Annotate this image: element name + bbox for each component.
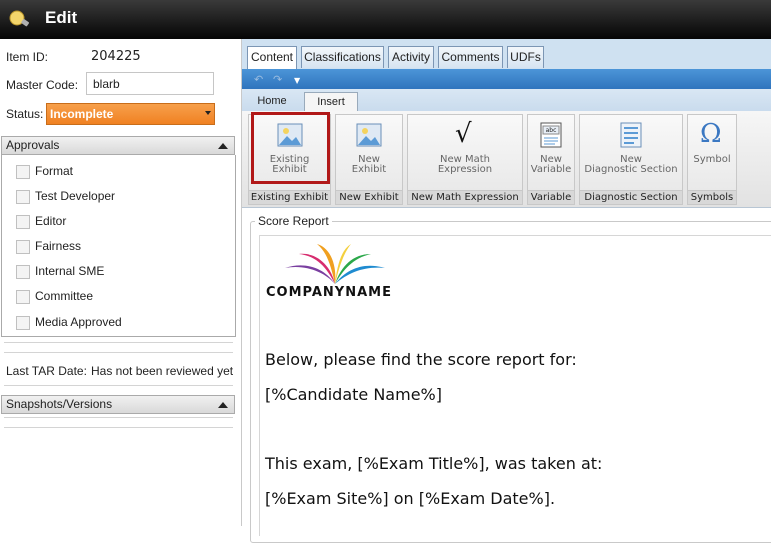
existing-exhibit-button[interactable]: Existing Exhibit — [249, 115, 330, 191]
variable-icon: abc — [539, 122, 563, 151]
content-area: Score Report COMPANYNAME Below, please f… — [242, 208, 771, 543]
ribbon-group-diagnostic-section: New Diagnostic Section Diagnostic Section — [579, 114, 683, 205]
symbol-button[interactable]: Ω Symbol — [688, 115, 736, 191]
tar-date-value: Has not been reviewed yet — [91, 364, 234, 378]
document-icon — [620, 122, 642, 151]
score-report-line: [%Exam Site%] on [%Exam Date%]. — [265, 489, 556, 508]
tab-comments[interactable]: Comments — [438, 46, 503, 68]
ribbon-tabs: Home Insert — [242, 89, 771, 111]
new-math-expression-button[interactable]: √ New Math Expression — [408, 115, 522, 191]
status-select[interactable]: Incomplete — [46, 103, 215, 125]
approval-label-internal-sme: Internal SME — [35, 264, 105, 278]
approval-label-format: Format — [35, 164, 74, 178]
approval-label-editor: Editor — [35, 214, 67, 228]
window-title: Edit — [45, 8, 78, 27]
item-id-label: Item ID: — [6, 50, 49, 64]
item-id-value: 204225 — [91, 49, 141, 64]
customize-dropdown-icon[interactable]: ▼ — [294, 76, 300, 85]
ribbon-group-new-exhibit: New Exhibit New Exhibit — [335, 114, 403, 205]
new-variable-button[interactable]: abc New Variable — [528, 115, 574, 191]
divider — [4, 342, 233, 343]
approval-checkbox-test-developer[interactable] — [16, 190, 30, 204]
new-exhibit-button[interactable]: New Exhibit — [336, 115, 402, 191]
approval-label-test-developer: Test Developer — [35, 189, 116, 203]
approval-checkbox-editor[interactable] — [16, 215, 30, 229]
ribbon-group-symbols: Ω Symbol Symbols — [687, 114, 737, 205]
company-logo — [265, 242, 405, 289]
approval-checkbox-format[interactable] — [16, 165, 30, 179]
score-report-line: Below, please find the score report for: — [265, 350, 577, 369]
svg-text:abc: abc — [546, 127, 557, 134]
new-variable-label: New Variable — [530, 154, 572, 175]
ribbon-tab-home[interactable]: Home — [250, 92, 294, 111]
approval-checkbox-fairness[interactable] — [16, 240, 30, 254]
new-exhibit-label: New Exhibit — [351, 154, 387, 175]
approval-checkbox-committee[interactable] — [16, 290, 30, 304]
approval-label-media-approved: Media Approved — [35, 315, 122, 329]
group-label-math-expression: New Math Expression — [408, 190, 522, 204]
sqrt-icon: √ — [455, 119, 472, 149]
chevron-up-icon[interactable] — [218, 402, 228, 408]
omega-icon: Ω — [700, 119, 722, 149]
divider — [4, 352, 233, 353]
score-report-legend: Score Report — [255, 214, 332, 228]
approvals-title: Approvals — [6, 138, 60, 152]
approvals-header[interactable]: Approvals — [1, 136, 235, 155]
picture-icon — [277, 123, 303, 150]
new-math-expression-label: New Math Expression — [437, 154, 493, 175]
dropdown-arrow-icon — [205, 111, 211, 115]
score-report-editor[interactable]: COMPANYNAME Below, please find the score… — [259, 235, 771, 536]
status-value: Incomplete — [50, 107, 114, 121]
tab-strip: Content Classifications Activity Comment… — [242, 39, 771, 70]
editor-panel: Content Classifications Activity Comment… — [242, 39, 771, 543]
chevron-up-icon[interactable] — [218, 143, 228, 149]
group-label-new-exhibit: New Exhibit — [336, 190, 402, 204]
item-properties-panel: Item ID: 204225 Master Code: blarb Statu… — [0, 39, 242, 526]
ribbon-tab-insert[interactable]: Insert — [304, 92, 358, 111]
new-diagnostic-section-label: New Diagnostic Section — [584, 154, 678, 175]
approval-checkbox-media-approved[interactable] — [16, 316, 30, 330]
ribbon-group-math-expression: √ New Math Expression New Math Expression — [407, 114, 523, 205]
tar-date-label: Last TAR Date: — [6, 364, 87, 378]
existing-exhibit-label: Existing Exhibit — [269, 154, 310, 175]
symbol-label: Symbol — [693, 154, 731, 165]
title-bar: Edit — [0, 0, 771, 39]
ribbon: Existing Exhibit Existing Exhibit New Exhi… — [242, 111, 771, 208]
divider — [4, 385, 233, 386]
divider — [4, 417, 233, 418]
quick-access-toolbar — [242, 69, 771, 89]
tab-udfs[interactable]: UDFs — [507, 46, 544, 68]
master-code-input[interactable]: blarb — [86, 72, 214, 95]
divider — [4, 427, 233, 428]
picture-icon — [356, 123, 382, 150]
group-label-diagnostic-section: Diagnostic Section — [580, 190, 682, 204]
group-label-existing-exhibit: Existing Exhibit — [249, 190, 330, 204]
tab-classifications[interactable]: Classifications — [301, 46, 384, 68]
ribbon-group-existing-exhibit: Existing Exhibit Existing Exhibit — [248, 114, 331, 205]
group-label-variable: Variable — [528, 190, 574, 204]
approval-checkbox-internal-sme[interactable] — [16, 265, 30, 279]
tab-activity[interactable]: Activity — [388, 46, 434, 68]
company-name-text: COMPANYNAME — [266, 285, 392, 300]
approval-label-fairness: Fairness — [35, 239, 82, 253]
snapshots-header[interactable]: Snapshots/Versions — [1, 395, 235, 414]
master-code-label: Master Code: — [6, 78, 79, 92]
tab-content[interactable]: Content — [247, 46, 297, 70]
redo-icon[interactable]: ↷ — [273, 73, 282, 86]
score-report-line: This exam, [%Exam Title%], was taken at: — [265, 454, 603, 473]
approval-label-committee: Committee — [35, 289, 94, 303]
group-label-symbols: Symbols — [688, 190, 736, 204]
lightbulb-icon — [8, 9, 34, 34]
snapshots-title: Snapshots/Versions — [6, 397, 113, 411]
new-diagnostic-section-button[interactable]: New Diagnostic Section — [580, 115, 682, 191]
score-report-line: [%Candidate Name%] — [265, 385, 442, 404]
ribbon-group-variable: abc New Variable Variable — [527, 114, 575, 205]
status-label: Status: — [6, 107, 44, 121]
undo-icon[interactable]: ↶ — [254, 73, 263, 86]
